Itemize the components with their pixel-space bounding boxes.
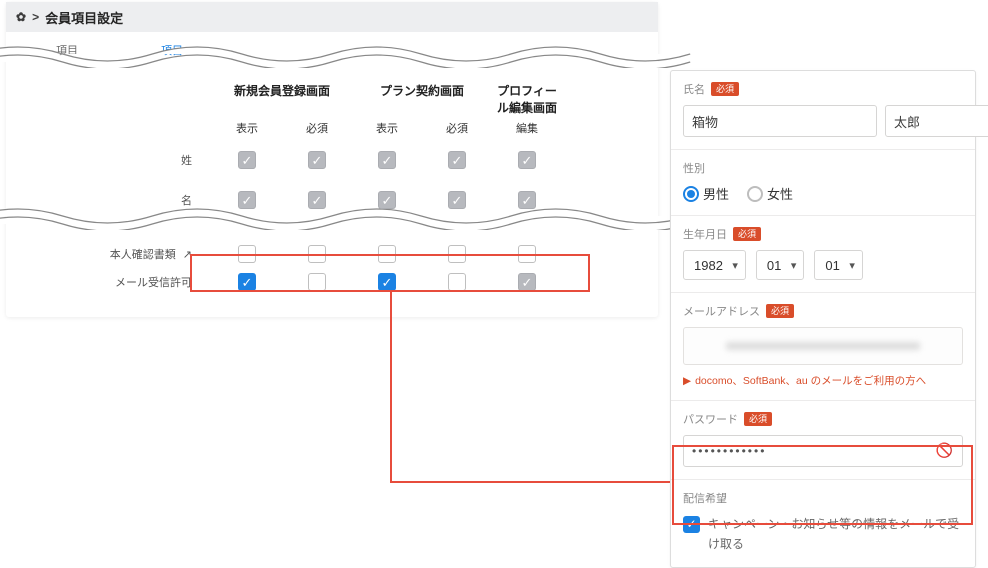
checkbox-mail-2[interactable] xyxy=(308,273,326,291)
month-select[interactable]: 01 xyxy=(756,250,804,280)
password-label: パスワード xyxy=(683,411,738,427)
radio-female[interactable] xyxy=(747,186,763,202)
row-label-lastname: 姓 xyxy=(181,152,212,168)
checkbox-firstname-4: ✓ xyxy=(448,191,466,209)
wave-cut-top xyxy=(0,40,691,68)
dob-label: 生年月日 xyxy=(683,226,727,242)
checkbox-lastname-3: ✓ xyxy=(378,151,396,169)
firstname-input[interactable] xyxy=(885,105,988,137)
page-title: 会員項目設定 xyxy=(45,8,123,27)
subscribe-text: キャンペーン・お知らせ等の情報をメールで受け取る xyxy=(708,514,963,555)
checkbox-firstname-3: ✓ xyxy=(378,191,396,209)
col-group-plan: プラン契約画面 xyxy=(352,82,492,116)
lastname-input[interactable] xyxy=(683,105,877,137)
day-select[interactable]: 01 xyxy=(814,250,862,280)
checkbox-identity-3[interactable] xyxy=(378,245,396,263)
checkbox-mail-3[interactable]: ✓ xyxy=(378,273,396,291)
sub-display-1: 表示 xyxy=(236,116,258,140)
gender-label: 性別 xyxy=(683,160,705,176)
section-name: 氏名 必須 xyxy=(671,71,975,149)
tab-hint-1[interactable]: 項目 xyxy=(56,42,78,58)
sub-required-2: 必須 xyxy=(446,116,468,140)
section-subscribe: 配信希望 ✓ キャンペーン・お知らせ等の情報をメールで受け取る xyxy=(671,479,975,567)
checkbox-lastname-4: ✓ xyxy=(448,151,466,169)
sub-edit: 編集 xyxy=(516,116,538,140)
checkbox-identity-2[interactable] xyxy=(308,245,326,263)
section-password: パスワード 必須 🚫 xyxy=(671,400,975,479)
table-row: メール受信許可 ✓ ✓ ✓ xyxy=(42,262,622,302)
section-email: メールアドレス 必須 ▶ docomo、SoftBank、au のメールをご利用… xyxy=(671,292,975,400)
checkbox-mail-1[interactable]: ✓ xyxy=(238,273,256,291)
checkbox-mail-5: ✓ xyxy=(518,273,536,291)
required-badge: 必須 xyxy=(711,82,739,97)
tab-hint-2[interactable]: 項目 xyxy=(161,42,183,58)
checkbox-identity-5[interactable] xyxy=(518,245,536,263)
subscribe-checkbox[interactable]: ✓ xyxy=(683,516,700,533)
form-preview-panel: 氏名 必須 性別 男性 女性 生年月日 必須 1982 01 xyxy=(670,70,976,568)
settings-table: 新規会員登録画面 プラン契約画面 プロフィール編集画面 表示 必須 表示 必須 … xyxy=(6,82,658,220)
identity-link-text: 本人確認書類 xyxy=(110,249,176,261)
section-gender: 性別 男性 女性 xyxy=(671,149,975,215)
radio-male-label: 男性 xyxy=(703,184,729,203)
eye-slash-icon[interactable]: 🚫 xyxy=(936,442,953,459)
sub-required-1: 必須 xyxy=(306,116,328,140)
radio-male[interactable] xyxy=(683,186,699,202)
checkbox-firstname-1: ✓ xyxy=(238,191,256,209)
external-link-icon: ↗ xyxy=(183,249,192,261)
chevron-right-icon: > xyxy=(32,10,39,24)
gear-icon: ✿ xyxy=(16,10,26,24)
row-label-firstname: 名 xyxy=(181,192,212,208)
required-badge: 必須 xyxy=(744,412,772,427)
sub-display-2: 表示 xyxy=(376,116,398,140)
highlight-connector-h xyxy=(390,481,672,483)
email-value-blurred xyxy=(726,342,921,350)
triangle-right-icon: ▶ xyxy=(683,375,691,387)
col-group-signup: 新規会員登録画面 xyxy=(212,82,352,116)
carrier-note-text: docomo、SoftBank、au のメールをご利用の方へ xyxy=(695,373,926,388)
checkbox-mail-4[interactable] xyxy=(448,273,466,291)
radio-female-label: 女性 xyxy=(767,184,793,203)
checkbox-lastname-5: ✓ xyxy=(518,151,536,169)
table-row: 名 ✓ ✓ ✓ ✓ ✓ xyxy=(42,180,622,220)
row-label-mail: メール受信許可 xyxy=(115,274,212,290)
email-label: メールアドレス xyxy=(683,303,760,319)
password-input[interactable] xyxy=(683,435,963,467)
section-dob: 生年月日 必須 1982 01 01 xyxy=(671,215,975,292)
checkbox-firstname-2: ✓ xyxy=(308,191,326,209)
settings-panel: ✿ > 会員項目設定 項目 項目 新規会員登録画面 プラン契約画面 プロフィール… xyxy=(6,2,658,317)
checkbox-lastname-1: ✓ xyxy=(238,151,256,169)
checkbox-identity-1[interactable] xyxy=(238,245,256,263)
col-group-profile: プロフィール編集画面 xyxy=(492,82,562,116)
required-badge: 必須 xyxy=(733,227,761,242)
year-select[interactable]: 1982 xyxy=(683,250,746,280)
email-input[interactable] xyxy=(683,327,963,365)
subscribe-label: 配信希望 xyxy=(683,490,727,506)
checkbox-lastname-2: ✓ xyxy=(308,151,326,169)
checkbox-firstname-5: ✓ xyxy=(518,191,536,209)
required-badge: 必須 xyxy=(766,304,794,319)
table-row: 姓 ✓ ✓ ✓ ✓ ✓ xyxy=(42,140,622,180)
panel-header: ✿ > 会員項目設定 xyxy=(6,2,658,32)
row-label-identity[interactable]: 本人確認書類 ↗ xyxy=(110,246,212,262)
name-label: 氏名 xyxy=(683,81,705,97)
highlight-connector-v xyxy=(390,292,392,482)
carrier-mail-note[interactable]: ▶ docomo、SoftBank、au のメールをご利用の方へ xyxy=(683,373,963,388)
checkbox-identity-4[interactable] xyxy=(448,245,466,263)
